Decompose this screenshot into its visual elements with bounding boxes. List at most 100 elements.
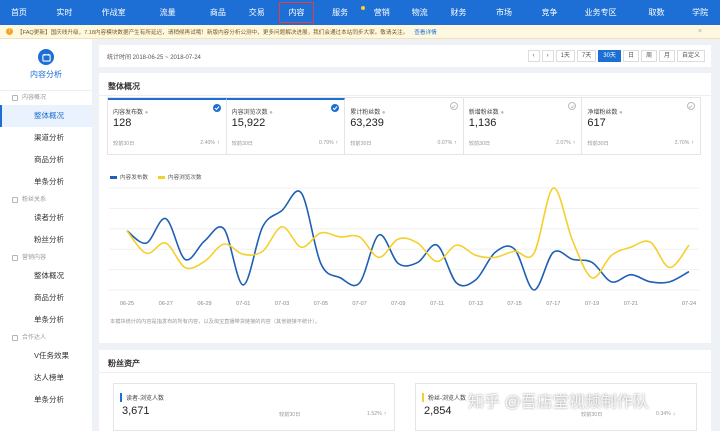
x-tick-label: 07-24: [682, 301, 696, 307]
metric-compare: 较前30日 0.79% ↑: [231, 140, 339, 147]
metric-label: 新增粉丝数 ●: [468, 110, 505, 116]
checkbox-icon[interactable]: [212, 104, 221, 112]
metric-card[interactable]: 内容浏览次数 ● 15,922 较前30日 0.79% ↑: [226, 98, 346, 154]
sidebar-title: 内容分析: [30, 70, 62, 79]
metric-compare: 较前30日 2.07% ↑: [468, 140, 576, 147]
sidebar-group-label: 粉丝关系: [0, 193, 92, 207]
nav-item[interactable]: 实时: [38, 0, 91, 25]
period-button[interactable]: 周: [640, 50, 657, 62]
nav-item[interactable]: 营销: [364, 0, 400, 25]
group-icon: [12, 255, 18, 261]
chart-legend: 内容发布数 内容浏览次数: [110, 173, 212, 181]
x-tick-label: 07-03: [275, 301, 289, 307]
next-period-button[interactable]: ›: [541, 50, 554, 62]
sidebar-group-label: 合作达人: [0, 331, 92, 345]
info-icon: ●: [619, 110, 623, 116]
nav-item[interactable]: 财务: [440, 0, 478, 25]
sidebar-header: 内容分析: [0, 39, 92, 91]
x-tick-label: 07-05: [314, 301, 328, 307]
prev-period-button[interactable]: ‹: [527, 50, 540, 62]
series-line-1: [126, 190, 690, 291]
metric-card[interactable]: 累计粉丝数 ● 63,239 较前30日 0.07% ↑: [345, 98, 464, 154]
legend-swatch: [110, 175, 117, 179]
divider: [99, 372, 711, 373]
warning-icon: !: [6, 28, 13, 35]
metric-card[interactable]: 内容发布数 ● 128 较前30日 2.40% ↑: [108, 98, 227, 154]
top-navigation: 首页 实时 作战室 流量 商品 交易 内容 服务 营销 物流 财务 市场 竞争 业务专区 取数 学院: [0, 0, 720, 25]
checkbox-icon[interactable]: [449, 102, 458, 110]
fan-card-readers[interactable]: 读者-浏览人数 3,671 较前30日 1.52% ↑: [113, 383, 395, 431]
trend-chart: 06-25 06-27 06-29 07-01 07-03 07-05 07-07 07-09…: [109, 187, 699, 307]
metric-label: 内容浏览次数 ●: [231, 110, 273, 116]
metric-label: 累计粉丝数 ●: [350, 110, 386, 116]
nav-item[interactable]: 物流: [400, 0, 440, 25]
group-icon: [12, 95, 18, 101]
watermark: 知乎 @吾店堂视频制作队: [468, 394, 649, 411]
fan-card-compare: 较前30日: [279, 412, 301, 418]
metric-value: 128: [113, 117, 132, 129]
nav-item[interactable]: 交易: [237, 0, 277, 25]
nav-item[interactable]: 业务专区: [568, 0, 632, 25]
metric-value: 15,922: [231, 117, 266, 129]
legend-item[interactable]: 内容发布数: [110, 173, 148, 181]
x-tick-label: 07-09: [391, 301, 405, 307]
nav-item[interactable]: 流量: [136, 0, 199, 25]
metric-card[interactable]: 新增粉丝数 ● 1,136 较前30日 2.07% ↑: [464, 98, 583, 154]
nav-item[interactable]: 内容: [277, 0, 317, 25]
period-button[interactable]: 30天: [598, 50, 621, 62]
metric-value: 63,239: [350, 117, 384, 129]
sidebar-item[interactable]: V任务效果: [0, 345, 92, 367]
fan-card-pct: 0.34% ↓: [656, 411, 676, 417]
x-tick-label: 06-25: [120, 301, 134, 307]
close-icon[interactable]: ×: [698, 28, 702, 35]
sidebar-item[interactable]: 单条分析: [0, 309, 92, 331]
fan-card-compare: 较前30日: [581, 412, 603, 418]
x-tick-label: 07-19: [585, 301, 599, 307]
legend-item[interactable]: 内容浏览次数: [157, 173, 202, 181]
period-button[interactable]: 自定义: [676, 50, 705, 62]
fan-card-label: 粉丝-浏览人数: [422, 393, 466, 402]
nav-item[interactable]: 服务: [316, 0, 365, 25]
nav-item[interactable]: 竞争: [531, 0, 569, 25]
period-button[interactable]: 月: [658, 50, 675, 62]
up-arrow-icon: ↑: [335, 140, 339, 146]
legend-swatch: [157, 175, 165, 179]
date-range-label: 统计时间 2018-06-25 ~ 2018-07-24: [107, 54, 201, 61]
sidebar-menu: 内容概况 整体概况 渠道分析 商品分析 单条分析 粉丝关系 读者分析 粉丝分析 营销内容 整体概况…: [0, 91, 92, 411]
x-tick-label: 07-11: [430, 301, 444, 307]
checkbox-icon[interactable]: [331, 104, 340, 112]
info-icon: ●: [500, 110, 505, 116]
metric-card[interactable]: 净增粉丝数 ● 617 较前30日 3.70% ↑: [582, 98, 700, 154]
overview-note: 本模块统计的内容是指发布的所有内容，以及淘宝直播带货链接的内容（其他链接不统计）…: [110, 319, 321, 325]
nav-item[interactable]: 作战室: [91, 0, 136, 25]
metric-compare: 较前30日 3.70% ↑: [587, 140, 694, 147]
nav-item[interactable]: 首页: [0, 0, 38, 25]
x-tick-label: 07-17: [546, 301, 560, 307]
period-button[interactable]: 1天: [555, 50, 575, 62]
sidebar-item[interactable]: 读者分析: [0, 207, 92, 229]
sidebar-item[interactable]: 单条分析: [0, 389, 92, 411]
sidebar-item[interactable]: 商品分析: [0, 149, 92, 171]
period-button[interactable]: 7天: [576, 50, 597, 62]
group-icon: [12, 197, 18, 203]
up-arrow-icon: ↑: [691, 140, 694, 146]
x-tick-label: 06-27: [159, 301, 173, 307]
sidebar-item[interactable]: 粉丝分析: [0, 229, 92, 251]
nav-item[interactable]: 市场: [477, 0, 530, 25]
sidebar-item[interactable]: 单条分析: [0, 171, 92, 193]
sidebar-group-label: 营销内容: [0, 251, 92, 265]
sidebar-item[interactable]: 达人榜单: [0, 367, 92, 389]
nav-item[interactable]: 取数: [633, 0, 680, 25]
checkbox-icon[interactable]: [686, 102, 695, 110]
date-range-bar: 统计时间 2018-06-25 ~ 2018-07-24 ‹ › 1天 7天 30天日周…: [99, 45, 711, 67]
sidebar-item[interactable]: 整体概况: [0, 105, 92, 127]
sidebar: 内容分析 内容概况 整体概况 渠道分析 商品分析 单条分析 粉丝关系 读者分析 粉丝分析 营销内…: [0, 39, 92, 431]
sidebar-item[interactable]: 商品分析: [0, 287, 92, 309]
period-button[interactable]: 日: [622, 50, 639, 62]
notice-detail-link[interactable]: 查看详情: [414, 28, 436, 36]
nav-item[interactable]: 商品: [199, 0, 237, 25]
nav-item[interactable]: 学院: [680, 0, 720, 25]
sidebar-item[interactable]: 整体概况: [0, 265, 92, 287]
sidebar-item[interactable]: 渠道分析: [0, 127, 92, 149]
x-tick-label: 07-15: [507, 301, 521, 307]
